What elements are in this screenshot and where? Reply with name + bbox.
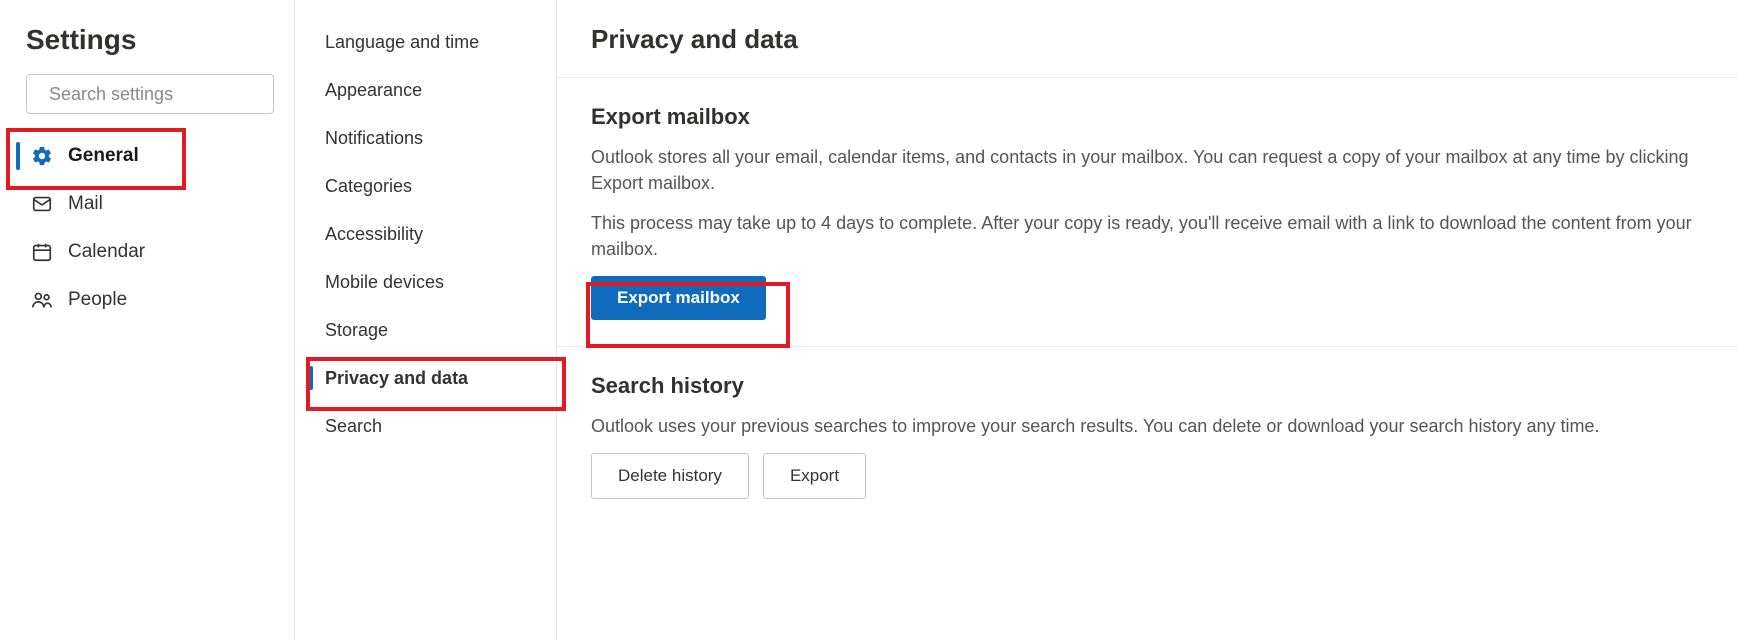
detail-header: Privacy and data [557, 0, 1738, 78]
calendar-icon [30, 240, 54, 264]
subnav-item-appearance[interactable]: Appearance [295, 66, 556, 114]
settings-detail-pane: Privacy and data Export mailbox Outlook … [557, 0, 1738, 640]
people-icon [30, 288, 54, 312]
subnav-item-language-and-time[interactable]: Language and time [295, 18, 556, 66]
sidebar-item-label: Calendar [68, 241, 145, 263]
subnav-label: Categories [325, 176, 412, 197]
mail-icon [30, 192, 54, 216]
subnav-label: Privacy and data [325, 368, 468, 389]
sidebar-item-calendar[interactable]: Calendar [26, 228, 274, 276]
subnav-item-storage[interactable]: Storage [295, 306, 556, 354]
export-description-2: This process may take up to 4 days to co… [591, 210, 1704, 262]
subnav-label: Storage [325, 320, 388, 341]
export-mailbox-button[interactable]: Export mailbox [591, 276, 766, 320]
subnav-item-mobile-devices[interactable]: Mobile devices [295, 258, 556, 306]
subnav-item-search[interactable]: Search [295, 402, 556, 450]
search-history-section: Search history Outlook uses your previou… [557, 346, 1738, 525]
sidebar-item-general[interactable]: General [26, 132, 274, 180]
sidebar-item-people[interactable]: People [26, 276, 274, 324]
export-description-1: Outlook stores all your email, calendar … [591, 144, 1704, 196]
section-heading-search-history: Search history [591, 373, 1704, 399]
subnav-label: Notifications [325, 128, 423, 149]
subnav-label: Language and time [325, 32, 479, 53]
subnav-label: Mobile devices [325, 272, 444, 293]
sidebar-item-mail[interactable]: Mail [26, 180, 274, 228]
delete-history-button[interactable]: Delete history [591, 453, 749, 499]
settings-heading: Settings [26, 24, 274, 56]
sidebar-item-label: People [68, 289, 127, 311]
subnav-label: Appearance [325, 80, 422, 101]
sidebar-item-label: General [68, 145, 139, 167]
search-settings-input[interactable] [49, 84, 281, 105]
subnav-item-privacy-and-data[interactable]: Privacy and data [295, 354, 556, 402]
search-settings-field[interactable] [26, 74, 274, 114]
page-title: Privacy and data [591, 24, 1704, 55]
sidebar-item-label: Mail [68, 193, 103, 215]
export-mailbox-section: Export mailbox Outlook stores all your e… [557, 78, 1738, 346]
section-heading-export: Export mailbox [591, 104, 1704, 130]
subnav-item-categories[interactable]: Categories [295, 162, 556, 210]
subnav-label: Accessibility [325, 224, 423, 245]
settings-category-nav: General Mail Calendar People [26, 132, 274, 324]
export-history-button[interactable]: Export [763, 453, 866, 499]
subnav-item-accessibility[interactable]: Accessibility [295, 210, 556, 258]
subnav-label: Search [325, 416, 382, 437]
subnav-item-notifications[interactable]: Notifications [295, 114, 556, 162]
settings-subnav: Language and time Appearance Notificatio… [295, 0, 557, 640]
gear-icon [30, 144, 54, 168]
search-history-description: Outlook uses your previous searches to i… [591, 413, 1704, 439]
settings-sidebar: Settings General Mail Calendar [0, 0, 295, 640]
